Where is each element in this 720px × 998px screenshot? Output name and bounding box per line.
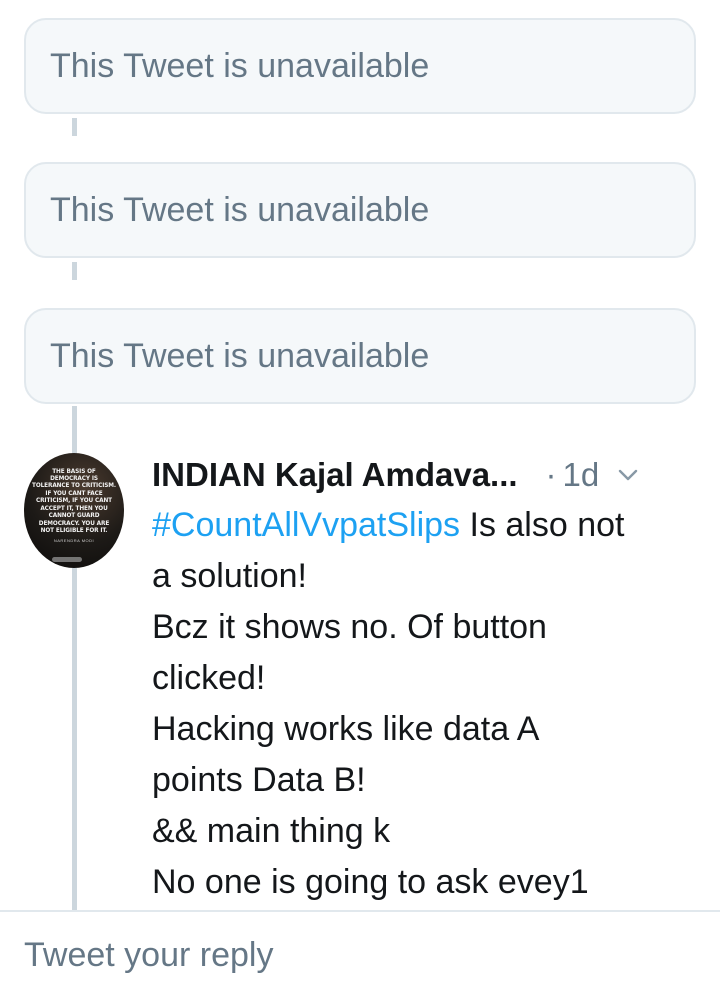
tweet-body-line: Bcz it shows no. Of button: [152, 608, 547, 646]
thread-connector-line: [72, 568, 77, 910]
avatar-quote-author: NARENDRA MODI: [53, 538, 95, 544]
unavailable-tweet-text: This Tweet is unavailable: [50, 46, 430, 85]
unavailable-tweet-card[interactable]: This Tweet is unavailable: [24, 18, 696, 114]
author-name[interactable]: INDIAN Kajal Amdava...: [152, 456, 518, 494]
tweet-body: #CountAllVvpatSlips Is also not a soluti…: [152, 500, 712, 908]
tweet-body-line: points Data B!: [152, 761, 366, 799]
reply-placeholder: Tweet your reply: [24, 935, 274, 974]
tweet-timestamp[interactable]: 1d: [563, 456, 600, 494]
unavailable-tweet-card[interactable]: This Tweet is unavailable: [24, 308, 696, 404]
tweet-body-line: #CountAllVvpatSlips Is also not: [152, 500, 712, 551]
tweet-text: Is also not: [460, 506, 625, 544]
chevron-down-icon[interactable]: [617, 464, 639, 486]
avatar-watermark: [52, 557, 82, 562]
tweet-body-line: Hacking works like data A: [152, 710, 540, 748]
avatar-quote-text: THE BASIS OF DEMOCRACY IS TOLERANCE TO C…: [32, 466, 116, 534]
tweet-thread-view: This Tweet is unavailable This Tweet is …: [0, 0, 720, 998]
thread-connector-line: [72, 118, 77, 136]
tweet-body-line: No one is going to ask evey1: [152, 863, 589, 901]
unavailable-tweet-text: This Tweet is unavailable: [50, 190, 430, 229]
header-separator: ·: [545, 456, 557, 493]
avatar[interactable]: THE BASIS OF DEMOCRACY IS TOLERANCE TO C…: [24, 453, 124, 568]
thread-connector-line: [72, 406, 77, 454]
unavailable-tweet-text: This Tweet is unavailable: [50, 336, 430, 375]
tweet-body-line: && main thing k: [152, 812, 391, 850]
hashtag-link[interactable]: #CountAllVvpatSlips: [152, 506, 460, 544]
tweet-body-line: a solution!: [152, 557, 307, 595]
tweet-header: INDIAN Kajal Amdava... · 1d: [152, 452, 702, 498]
unavailable-tweet-card[interactable]: This Tweet is unavailable: [24, 162, 696, 258]
thread-connector-line: [72, 262, 77, 280]
tweet-body-line: clicked!: [152, 659, 266, 697]
reply-input[interactable]: Tweet your reply: [0, 910, 720, 998]
